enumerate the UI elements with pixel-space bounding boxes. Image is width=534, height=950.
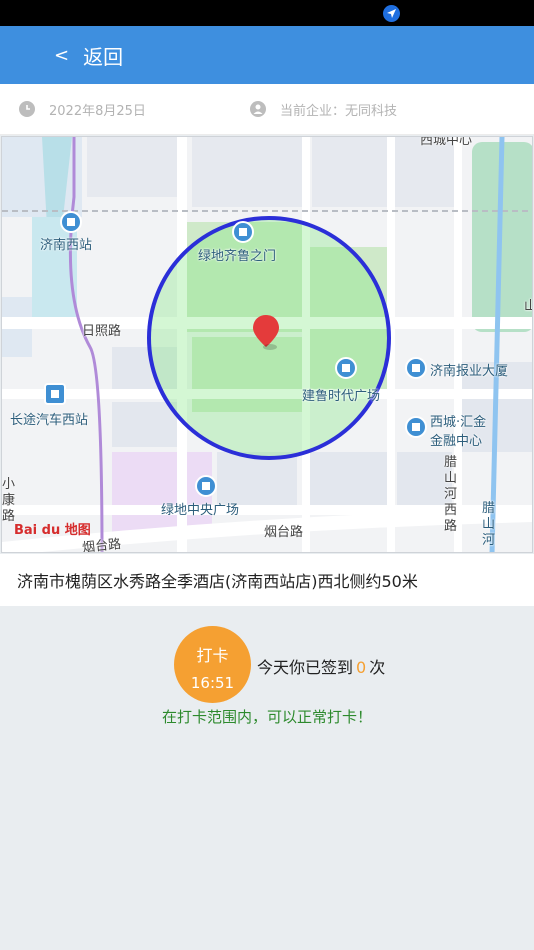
poi-building-icon [405,416,427,438]
company-info: 当前企业：无同科技 [250,84,397,134]
map-label-finance: 金融中心 [430,434,483,449]
poi-building-icon [195,475,217,497]
poi-building-icon [232,221,254,243]
road-label-rizhao: 日照路 [82,324,122,339]
company-icon [250,101,266,117]
punch-time: 16:51 [190,674,235,692]
map-label-newspaper: 济南报业大厦 [430,364,509,379]
baidu-map-logo: Bai du 地图 [14,519,91,538]
road-label-xiaokang: 小康路 [2,477,16,524]
map-label-jianlu: 建鲁时代广场 [302,389,381,404]
company-text: 当前企业：无同科技 [280,103,398,119]
road-label-yantai: 烟台路 [264,525,304,540]
map-label-bus-station: 长途汽车西站 [10,413,89,428]
sign-count-value: 0 [356,658,367,677]
map-label-lvdi-center: 绿地中央广场 [161,503,240,518]
address-bar: 济南市槐荫区水秀路全季酒店(济南西站店)西北侧约50米 [0,554,534,606]
date-text: 2022年8月25日 [49,103,146,119]
road-label-lashan: 腊山河 [482,501,496,548]
clock-icon [19,101,35,117]
info-bar: 2022年8月25日 当前企业：无同科技 [0,84,534,135]
train-station-icon [60,211,82,233]
back-label: 返回 [83,44,124,69]
punch-label: 打卡 [196,646,229,665]
sign-count: 今天你已签到 0 次 [257,654,385,678]
back-chevron-icon: < [54,44,70,66]
map-label-jinan-west: 济南西站 [40,238,93,253]
location-arrow-icon [383,5,400,22]
bus-station-icon [44,383,66,405]
date-info: 2022年8月25日 [19,84,146,134]
nav-bar: < 返回 [0,26,534,84]
baidu-logo-text: Bai du 地图 [14,523,91,538]
map-label-xicheng: 西城·汇金 [430,415,487,430]
sign-count-prefix: 今天你已签到 [257,658,354,677]
road-label-right: 山 [524,295,532,314]
road-label-lashan-west: 腊山河西路 [444,455,458,534]
map-view[interactable]: 济南西站 绿地齐鲁之门 日照路 长途汽车西站 建鲁时代广场 济南报业大厦 西城·… [1,136,533,553]
address-text: 济南市槐荫区水秀路全季酒店(济南西站店)西北侧约50米 [17,572,418,591]
punch-button[interactable]: 打卡 16:51 [174,626,251,703]
road-label-top: 西城中心 [420,136,473,148]
range-message: 在打卡范围内，可以正常打卡！ [161,708,372,726]
status-bar [0,0,534,26]
map-label-lvdi-gate: 绿地齐鲁之门 [198,249,277,264]
back-button[interactable]: < 返回 [54,26,123,84]
poi-building-icon [335,357,357,379]
poi-building-icon [405,357,427,379]
sign-count-suffix: 次 [369,658,386,677]
